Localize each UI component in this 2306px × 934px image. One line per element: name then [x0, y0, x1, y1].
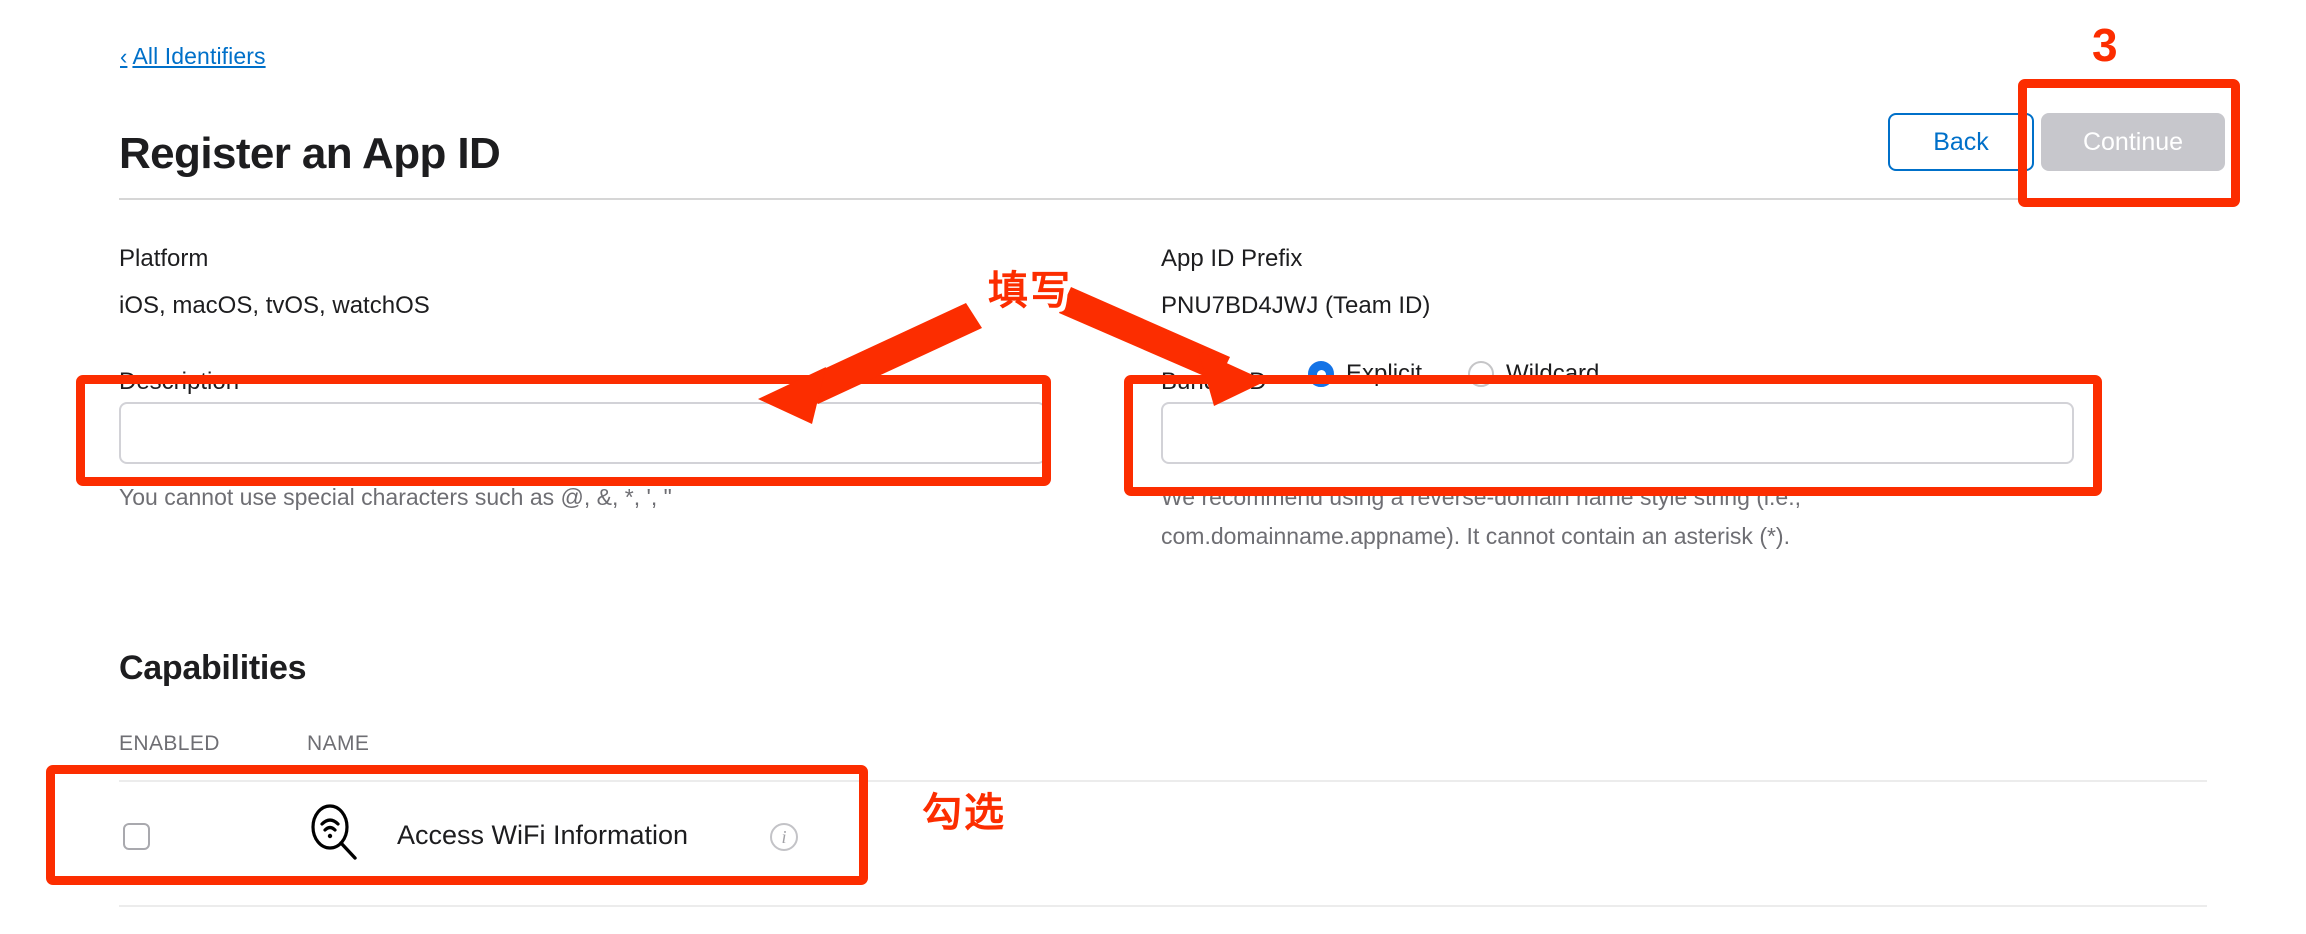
table-row-divider: [119, 905, 2207, 907]
table-header-divider: [119, 780, 2207, 782]
radio-explicit-dot[interactable]: [1308, 361, 1334, 387]
annotation-step-3: 3: [2090, 19, 2121, 71]
bundle-id-type-group: Explicit Wildcard: [1308, 360, 1645, 388]
wifi-search-icon: [303, 802, 365, 864]
radio-wildcard[interactable]: Wildcard: [1468, 360, 1599, 388]
capabilities-title: Capabilities: [119, 649, 307, 688]
breadcrumb-label: All Identifiers: [132, 43, 266, 69]
continue-button[interactable]: Continue: [2041, 113, 2225, 171]
page-root: ‹ All Identifiers Register an App ID Back…: [0, 0, 2306, 934]
capability-name-access-wifi-information: Access WiFi Information: [397, 820, 689, 850]
header-divider: [119, 198, 2207, 200]
description-label: Description: [119, 368, 240, 395]
info-icon[interactable]: i: [770, 823, 798, 851]
breadcrumb-all-identifiers[interactable]: ‹ All Identifiers: [120, 43, 266, 70]
radio-wildcard-dot[interactable]: [1468, 361, 1495, 387]
radio-wildcard-label: Wildcard: [1506, 360, 1600, 387]
description-input[interactable]: [119, 402, 1046, 464]
chevron-left-icon: ‹: [120, 44, 128, 69]
annotation-label-check: 勾选: [922, 791, 1006, 835]
page-title: Register an App ID: [119, 129, 501, 179]
back-button[interactable]: Back: [1888, 113, 2034, 171]
app-id-prefix-label: App ID Prefix: [1161, 245, 1303, 272]
capability-checkbox-access-wifi-information[interactable]: [123, 823, 150, 850]
bundle-id-input[interactable]: [1161, 402, 2074, 464]
bundle-id-help-line2: com.domainname.appname). It cannot conta…: [1161, 523, 1790, 549]
bundle-id-help-line1: We recommend using a reverse-domain name…: [1161, 484, 1802, 510]
platform-value: iOS, macOS, tvOS, watchOS: [119, 292, 430, 319]
radio-explicit[interactable]: Explicit: [1308, 360, 1422, 388]
bundle-id-label: Bundle ID: [1161, 368, 1267, 395]
radio-explicit-label: Explicit: [1346, 360, 1423, 387]
annotation-label-fill-in: 填写: [988, 269, 1072, 313]
app-id-prefix-value: PNU7BD4JWJ (Team ID): [1161, 292, 1431, 319]
platform-label: Platform: [119, 245, 209, 272]
column-header-enabled: ENABLED: [119, 732, 220, 755]
bundle-id-help: We recommend using a reverse-domain name…: [1161, 478, 1961, 556]
description-help: You cannot use special characters such a…: [119, 484, 672, 510]
column-header-name: NAME: [307, 732, 370, 755]
